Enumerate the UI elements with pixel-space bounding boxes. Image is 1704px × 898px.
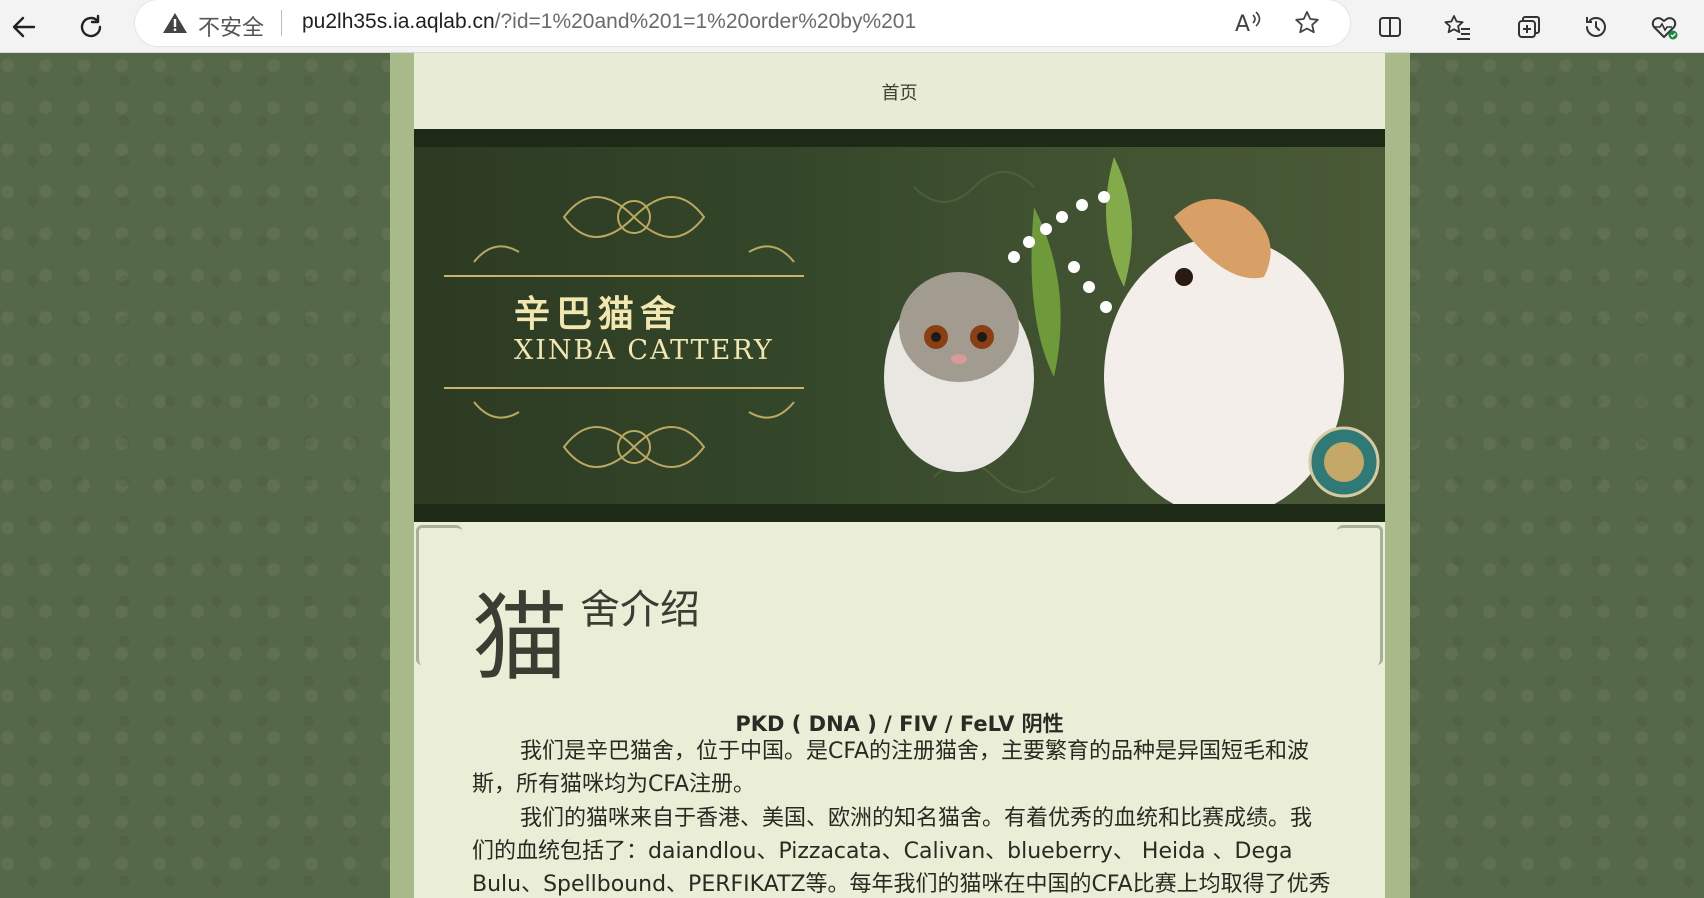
- split-screen-button[interactable]: [1369, 6, 1411, 48]
- collections-button[interactable]: [1508, 6, 1550, 48]
- back-button[interactable]: [3, 6, 45, 48]
- address-bar[interactable]: 不安全 pu2lh35s.ia.aqlab.cn/?id=1%20and%201…: [135, 0, 1350, 46]
- heart-pulse-icon: [1651, 17, 1678, 40]
- refresh-icon: [80, 14, 102, 38]
- browser-essentials-button[interactable]: [1643, 6, 1685, 48]
- site-nav: 首页: [414, 53, 1385, 129]
- history-icon: [1586, 17, 1606, 37]
- corner-ornament-mid-right: [1337, 525, 1383, 665]
- corner-ornament-mid-left: [416, 525, 462, 665]
- collections-icon: [1518, 16, 1540, 38]
- heading-big-char: 猫: [472, 582, 568, 694]
- banner-title-en: XINBA CATTERY: [514, 335, 774, 366]
- heading-rest: 舍介绍: [580, 587, 700, 633]
- security-label[interactable]: 不安全: [198, 10, 264, 42]
- intro-paragraph-1: 我们是辛巴猫舍，位于中国。是CFA的注册猫舍，主要繁育的品种是异国短毛和波斯，所…: [472, 739, 1310, 797]
- nav-home-link[interactable]: 首页: [414, 79, 1385, 105]
- read-aloud-icon[interactable]: A: [1233, 9, 1263, 37]
- warning-icon: [163, 13, 187, 33]
- favorites-button[interactable]: [1437, 6, 1479, 48]
- banner-gold-line-bottom: [444, 387, 804, 389]
- url-host: pu2lh35s.ia.aqlab.cn: [302, 10, 495, 33]
- pkd-statement: PKD ( DNA ) / FIV / FeLV 阴性: [735, 712, 1064, 736]
- url-text[interactable]: pu2lh35s.ia.aqlab.cn/?id=1%20and%201=1%2…: [302, 10, 916, 34]
- refresh-button[interactable]: [70, 6, 112, 48]
- favorites-list-icon: [1444, 15, 1470, 40]
- split-screen-icon: [1379, 17, 1401, 37]
- favorite-star-icon[interactable]: [1293, 9, 1321, 37]
- address-separator: [281, 10, 282, 36]
- banner-image: 辛巴猫舍 XINBA CATTERY: [414, 147, 1385, 504]
- history-button[interactable]: [1575, 6, 1617, 48]
- svg-text:A: A: [1235, 12, 1250, 37]
- back-arrow-icon: [12, 16, 36, 38]
- header-banner: 辛巴猫舍 XINBA CATTERY: [414, 129, 1385, 522]
- browser-toolbar: 不安全 pu2lh35s.ia.aqlab.cn/?id=1%20and%201…: [0, 0, 1704, 53]
- banner-gold-line-top: [444, 275, 804, 277]
- banner-title-cn: 辛巴猫舍: [514, 293, 683, 335]
- url-path: /?id=1%20and%201=1%20order%20by%201: [494, 10, 917, 33]
- intro-paragraph-2: 我们的猫咪来自于香港、美国、欧洲的知名猫舍。有着优秀的血统和比赛成绩。我们的血统…: [472, 806, 1331, 897]
